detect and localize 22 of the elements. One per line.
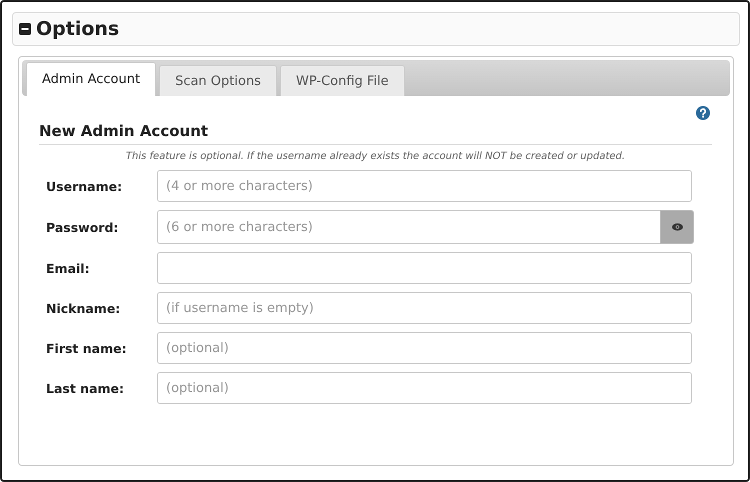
panel-title: Options — [36, 18, 120, 40]
field-label: Email: — [45, 260, 91, 276]
tab[interactable]: WP-Config File — [280, 65, 405, 96]
input-field[interactable]: (4 or more characters) — [157, 170, 692, 202]
input-field[interactable]: (if username is empty) — [157, 292, 692, 324]
tab[interactable]: Admin Account — [26, 62, 156, 96]
help-icon[interactable] — [696, 106, 710, 120]
field-label: Password: — [45, 220, 120, 234]
input-field[interactable]: (optional) — [157, 332, 692, 364]
password-field[interactable]: (6 or more characters) — [157, 210, 660, 244]
tab[interactable]: Scan Options — [159, 65, 277, 96]
eye-icon — [672, 223, 682, 231]
collapse-icon[interactable] — [19, 23, 31, 35]
section-note: This feature is optional. If the username already exists the account will NOT be created or updated. — [124, 150, 626, 164]
input-field[interactable]: (optional) — [157, 372, 692, 404]
show-password-button[interactable] — [660, 210, 694, 244]
field-label: Last name: — [45, 380, 126, 396]
section-heading: New Admin Account — [39, 122, 712, 145]
field-label: First name: — [45, 340, 128, 356]
field-label: Nickname: — [45, 300, 122, 316]
field-label: Username: — [45, 178, 124, 194]
input-field[interactable] — [157, 252, 692, 284]
